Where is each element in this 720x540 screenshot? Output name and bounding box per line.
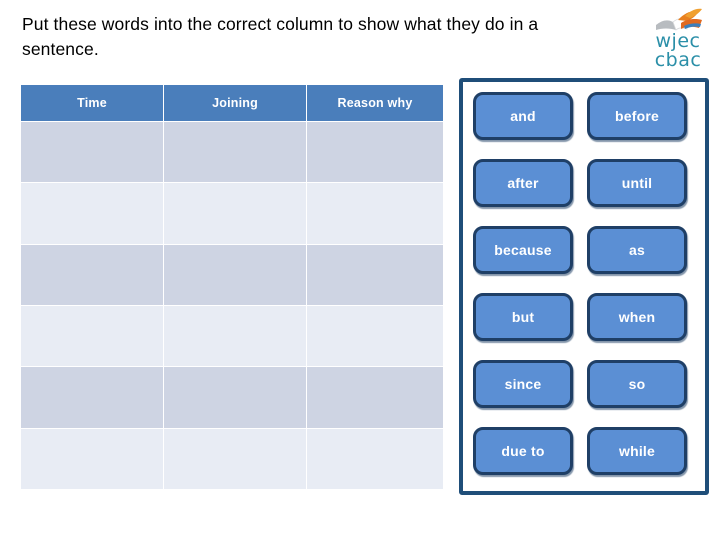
table-cell-drop-target[interactable] (164, 367, 306, 428)
table-cell-drop-target[interactable] (21, 367, 163, 428)
table-cell-drop-target[interactable] (164, 428, 306, 489)
sorting-table-container: Time Joining Reason why (20, 84, 444, 490)
table-cell-drop-target[interactable] (307, 428, 443, 489)
word-box[interactable]: because (473, 226, 573, 274)
word-box[interactable]: while (587, 427, 687, 475)
column-header-reason-why: Reason why (307, 85, 443, 121)
wjec-cbac-wordmark: wjec cbac (640, 32, 716, 70)
word-box[interactable]: but (473, 293, 573, 341)
word-bank-grid: and before after until because as but when since… (473, 92, 695, 475)
word-box[interactable]: due to (473, 427, 573, 475)
word-box[interactable]: when (587, 293, 687, 341)
table-row (21, 183, 443, 244)
word-bank-panel: and before after until because as but when since… (459, 78, 709, 495)
table-row (21, 122, 443, 183)
instruction-text: Put these words into the correct column … (22, 14, 539, 59)
table-body (21, 122, 443, 489)
word-box[interactable]: after (473, 159, 573, 207)
table-cell-drop-target[interactable] (21, 428, 163, 489)
table-cell-drop-target[interactable] (164, 305, 306, 367)
word-box[interactable]: since (473, 360, 573, 408)
table-cell-drop-target[interactable] (21, 183, 163, 244)
column-header-time: Time (21, 85, 163, 121)
table-cell-drop-target[interactable] (21, 305, 163, 367)
wjec-cbac-logo: wjec cbac (640, 8, 716, 72)
table-row (21, 428, 443, 489)
table-row (21, 244, 443, 305)
table-row (21, 367, 443, 428)
word-box[interactable]: before (587, 92, 687, 140)
word-box[interactable]: until (587, 159, 687, 207)
word-box[interactable]: and (473, 92, 573, 140)
word-box[interactable]: so (587, 360, 687, 408)
table-cell-drop-target[interactable] (164, 122, 306, 183)
table-cell-drop-target[interactable] (307, 305, 443, 367)
table-cell-drop-target[interactable] (307, 244, 443, 305)
table-cell-drop-target[interactable] (164, 244, 306, 305)
logo-line-cbac: cbac (654, 49, 702, 71)
table-row (21, 305, 443, 367)
table-cell-drop-target[interactable] (307, 367, 443, 428)
column-header-joining: Joining (164, 85, 306, 121)
table-cell-drop-target[interactable] (164, 183, 306, 244)
table-cell-drop-target[interactable] (307, 183, 443, 244)
table-cell-drop-target[interactable] (21, 244, 163, 305)
table-cell-drop-target[interactable] (21, 122, 163, 183)
table-header-row: Time Joining Reason why (21, 85, 443, 121)
table-cell-drop-target[interactable] (307, 122, 443, 183)
word-box[interactable]: as (587, 226, 687, 274)
sorting-table: Time Joining Reason why (20, 84, 444, 490)
